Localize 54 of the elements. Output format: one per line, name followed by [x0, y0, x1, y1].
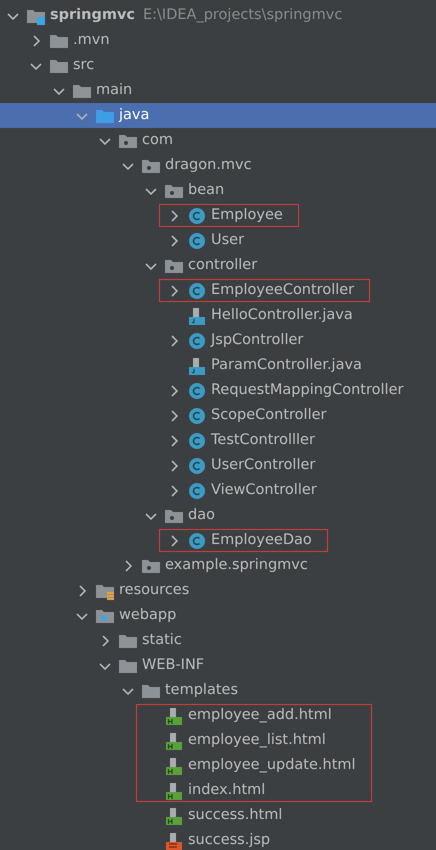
- tree-item[interactable]: com: [142, 130, 173, 152]
- class-icon: [187, 482, 207, 500]
- tree-item[interactable]: JspController: [211, 330, 304, 352]
- tree-item[interactable]: templates: [165, 680, 238, 702]
- java-file-icon: [187, 306, 207, 324]
- tree-item[interactable]: success.jsp: [188, 830, 270, 850]
- tree-item[interactable]: success.html: [188, 804, 282, 826]
- tree-item[interactable]: dao: [188, 504, 215, 526]
- tree-item[interactable]: springmvc: [50, 4, 135, 26]
- tree-item[interactable]: webapp: [119, 604, 176, 626]
- tree-item[interactable]: ViewController: [211, 480, 317, 502]
- tree-item[interactable]: .mvn: [73, 30, 110, 52]
- html-file-icon: [164, 756, 184, 774]
- class-icon: [187, 456, 207, 474]
- tree-item[interactable]: TestControlller: [211, 430, 315, 452]
- html-file-icon: [164, 706, 184, 724]
- tree-item[interactable]: HelloController.java: [211, 304, 353, 326]
- tree-item[interactable]: src: [73, 54, 94, 76]
- tree-item[interactable]: static: [142, 630, 182, 652]
- tree-item[interactable]: resources: [119, 580, 190, 602]
- tree-item[interactable]: employee_add.html: [188, 704, 332, 726]
- tree-item[interactable]: employee_update.html: [188, 754, 356, 776]
- tree-item[interactable]: bean: [188, 180, 224, 202]
- project-path: E:\IDEA_projects\springmvc: [143, 6, 342, 25]
- tree-item[interactable]: employee_list.html: [188, 730, 326, 752]
- tree-item[interactable]: UserController: [211, 454, 316, 476]
- tree-item[interactable]: dragon.mvc: [165, 154, 252, 176]
- class-icon: [187, 232, 207, 250]
- java-file-icon: [187, 356, 207, 374]
- tree-item[interactable]: WEB-INF: [142, 654, 204, 676]
- tree-item[interactable]: java: [119, 104, 150, 126]
- tree-item[interactable]: EmployeeDao: [211, 530, 312, 552]
- tree-item[interactable]: controller: [188, 254, 258, 276]
- tree-item[interactable]: ParamController.java: [211, 354, 362, 376]
- tree-item[interactable]: RequestMappingController: [211, 380, 404, 402]
- class-icon: [187, 406, 207, 424]
- class-icon: [187, 282, 207, 300]
- selected-tree-row[interactable]: java: [0, 103, 436, 128]
- jsp-file-icon: [164, 832, 184, 850]
- html-file-icon: [164, 732, 184, 750]
- tree-item[interactable]: example.springmvc: [165, 554, 308, 576]
- tree-item[interactable]: index.html: [188, 780, 266, 802]
- class-icon: [187, 532, 207, 550]
- tree-item[interactable]: EmployeeController: [211, 280, 354, 302]
- class-icon: [187, 382, 207, 400]
- class-icon: [187, 332, 207, 350]
- tree-item[interactable]: main: [96, 80, 132, 102]
- html-file-icon: [164, 782, 184, 800]
- class-icon: [187, 206, 207, 224]
- tree-item[interactable]: ScopeController: [211, 404, 326, 426]
- html-file-icon: [164, 806, 184, 824]
- tree-item[interactable]: User: [211, 230, 244, 252]
- class-icon: [187, 432, 207, 450]
- tree-item[interactable]: Employee: [211, 204, 283, 226]
